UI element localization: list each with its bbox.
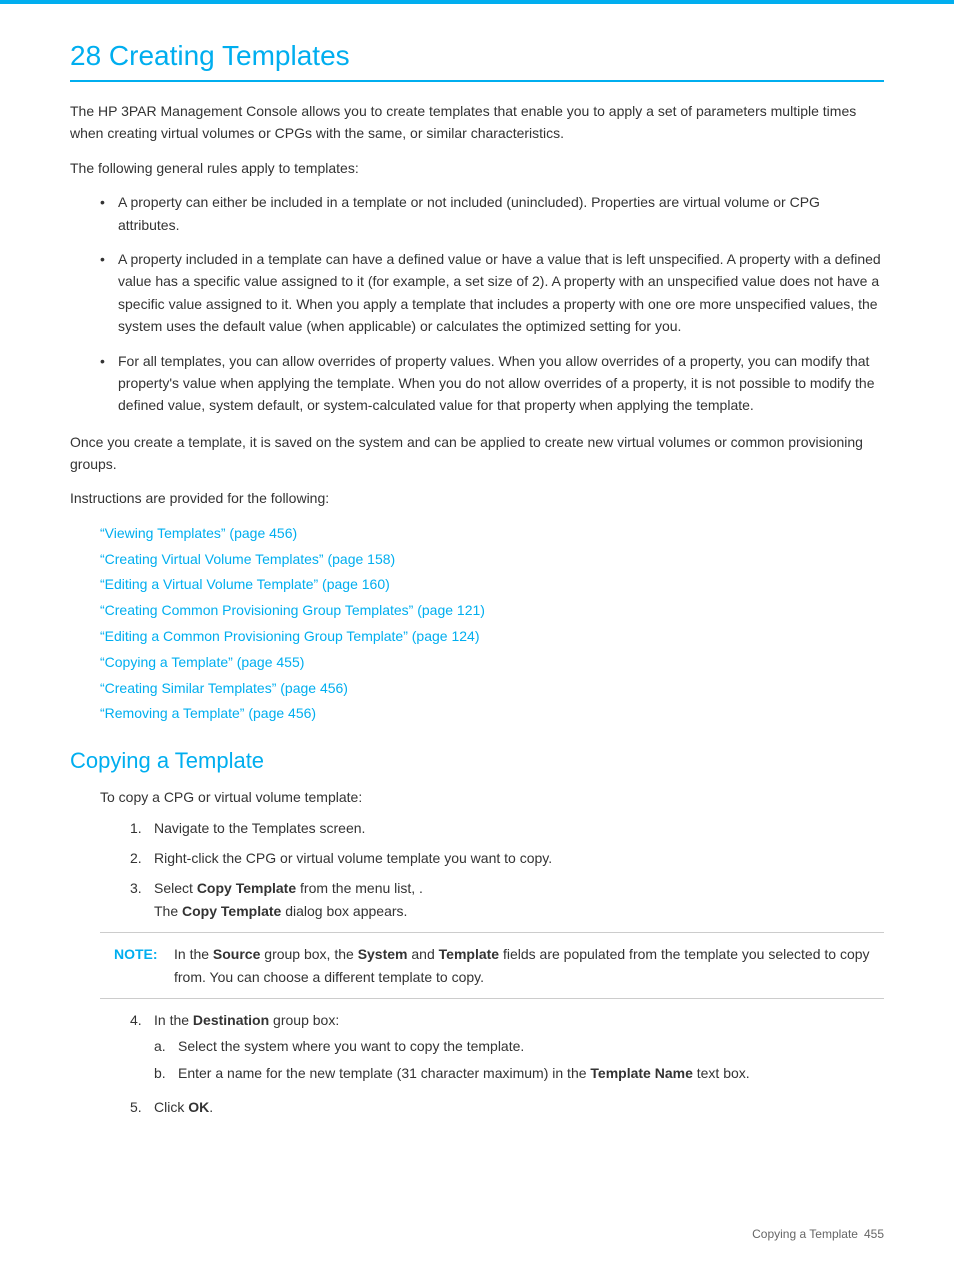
footer-page: 455 bbox=[864, 1227, 884, 1241]
step-4b-bold: Template Name bbox=[590, 1065, 692, 1081]
link-item-2[interactable]: “Creating Virtual Volume Templates” (pag… bbox=[100, 548, 884, 572]
link-item-5[interactable]: “Editing a Common Provisioning Group Tem… bbox=[100, 625, 884, 649]
footer: Copying a Template 455 bbox=[752, 1227, 884, 1241]
step-4-bold: Destination bbox=[193, 1012, 269, 1028]
link-creating-similar[interactable]: “Creating Similar Templates” (page 456) bbox=[100, 680, 348, 696]
link-item-6[interactable]: “Copying a Template” (page 455) bbox=[100, 651, 884, 675]
step-5-text-before: Click bbox=[154, 1099, 188, 1115]
note-bold1: Source bbox=[213, 946, 260, 962]
steps-list: 1. Navigate to the Templates screen. 2. … bbox=[100, 817, 884, 923]
step-4-text-before: In the bbox=[154, 1012, 193, 1028]
bullet-item-1: A property can either be included in a t… bbox=[100, 191, 884, 236]
step-4b-content: Enter a name for the new template (31 ch… bbox=[178, 1062, 750, 1084]
step-4a-alpha: a. bbox=[154, 1035, 178, 1057]
link-viewing-templates[interactable]: “Viewing Templates” (page 456) bbox=[100, 525, 297, 541]
step-5-num: 5. bbox=[130, 1096, 154, 1118]
steps-list-2: 4. In the Destination group box: a. Sele… bbox=[100, 1009, 884, 1119]
step-5: 5. Click OK. bbox=[130, 1096, 884, 1118]
page: 28 Creating Templates The HP 3PAR Manage… bbox=[0, 0, 954, 1271]
step-4b-text-after: text box. bbox=[693, 1065, 750, 1081]
step-2: 2. Right-click the CPG or virtual volume… bbox=[130, 847, 884, 869]
bullet-list: A property can either be included in a t… bbox=[100, 191, 884, 417]
note-text1: group box, the bbox=[260, 946, 357, 962]
link-item-4[interactable]: “Creating Common Provisioning Group Temp… bbox=[100, 599, 884, 623]
step-3-sub-text: The bbox=[154, 903, 182, 919]
step-5-bold: OK bbox=[188, 1099, 209, 1115]
note-text-before: In the bbox=[174, 946, 213, 962]
link-removing-template[interactable]: “Removing a Template” (page 456) bbox=[100, 705, 316, 721]
saved-text: Once you create a template, it is saved … bbox=[70, 431, 884, 476]
step-4-num: 4. bbox=[130, 1009, 154, 1088]
note-content: In the Source group box, the System and … bbox=[174, 943, 870, 988]
step-3-num: 3. bbox=[130, 877, 154, 922]
instructions-label: Instructions are provided for the follow… bbox=[70, 487, 884, 509]
step-5-content: Click OK. bbox=[154, 1096, 884, 1118]
step-4a: a. Select the system where you want to c… bbox=[154, 1035, 884, 1057]
step-4-content: In the Destination group box: a. Select … bbox=[154, 1009, 884, 1088]
step-4-text: group box: bbox=[269, 1012, 339, 1028]
note-bold2: System bbox=[358, 946, 408, 962]
step-2-num: 2. bbox=[130, 847, 154, 869]
link-creating-vv-templates[interactable]: “Creating Virtual Volume Templates” (pag… bbox=[100, 551, 395, 567]
link-editing-cpg-template[interactable]: “Editing a Common Provisioning Group Tem… bbox=[100, 628, 480, 644]
step-4-subs: a. Select the system where you want to c… bbox=[154, 1035, 884, 1084]
section-intro: To copy a CPG or virtual volume template… bbox=[100, 786, 884, 808]
bullet-item-2: A property included in a template can ha… bbox=[100, 248, 884, 338]
link-copying-template[interactable]: “Copying a Template” (page 455) bbox=[100, 654, 304, 670]
step-3-sub-text2: dialog box appears. bbox=[281, 903, 407, 919]
bullet-item-3: For all templates, you can allow overrid… bbox=[100, 350, 884, 417]
section-title: Copying a Template bbox=[70, 748, 884, 774]
step-1: 1. Navigate to the Templates screen. bbox=[130, 817, 884, 839]
link-creating-cpg-templates[interactable]: “Creating Common Provisioning Group Temp… bbox=[100, 602, 485, 618]
step-4a-text: Select the system where you want to copy… bbox=[178, 1035, 524, 1057]
note-bold3: Template bbox=[439, 946, 499, 962]
step-4b: b. Enter a name for the new template (31… bbox=[154, 1062, 884, 1084]
chapter-title: 28 Creating Templates bbox=[70, 40, 884, 82]
step-1-text: Navigate to the Templates screen. bbox=[154, 817, 884, 839]
step-3-text-before: Select bbox=[154, 880, 197, 896]
link-editing-vv-template[interactable]: “Editing a Virtual Volume Template” (pag… bbox=[100, 576, 390, 592]
step-3-text-middle: from the menu list, . bbox=[296, 880, 423, 896]
step-4b-text-before: Enter a name for the new template (31 ch… bbox=[178, 1065, 590, 1081]
link-item-3[interactable]: “Editing a Virtual Volume Template” (pag… bbox=[100, 573, 884, 597]
step-4: 4. In the Destination group box: a. Sele… bbox=[130, 1009, 884, 1088]
link-item-7[interactable]: “Creating Similar Templates” (page 456) bbox=[100, 677, 884, 701]
note-box: NOTE: In the Source group box, the Syste… bbox=[100, 932, 884, 999]
footer-text: Copying a Template bbox=[752, 1227, 858, 1241]
step-4b-alpha: b. bbox=[154, 1062, 178, 1084]
intro-paragraph2: The following general rules apply to tem… bbox=[70, 157, 884, 179]
top-border bbox=[0, 0, 954, 4]
link-list: “Viewing Templates” (page 456) “Creating… bbox=[100, 522, 884, 726]
step-3-sub-bold: Copy Template bbox=[182, 903, 281, 919]
step-3: 3. Select Copy Template from the menu li… bbox=[130, 877, 884, 922]
step-5-text: . bbox=[209, 1099, 213, 1115]
step-1-num: 1. bbox=[130, 817, 154, 839]
step-3-bold1: Copy Template bbox=[197, 880, 296, 896]
step-2-text: Right-click the CPG or virtual volume te… bbox=[154, 847, 884, 869]
step-3-content: Select Copy Template from the menu list,… bbox=[154, 877, 884, 922]
link-item-8[interactable]: “Removing a Template” (page 456) bbox=[100, 702, 884, 726]
note-label: NOTE: bbox=[114, 943, 164, 988]
link-item-1[interactable]: “Viewing Templates” (page 456) bbox=[100, 522, 884, 546]
intro-paragraph1: The HP 3PAR Management Console allows yo… bbox=[70, 100, 884, 145]
note-text2: and bbox=[408, 946, 439, 962]
